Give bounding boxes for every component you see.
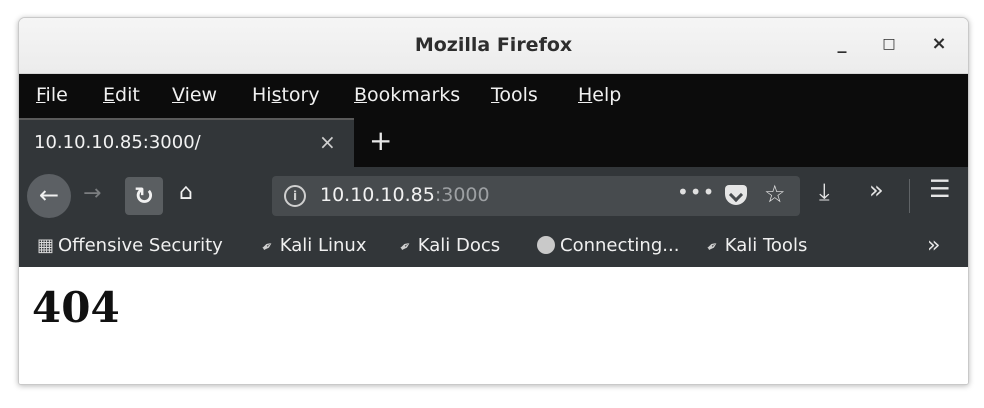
offsec-icon: ▦ bbox=[37, 235, 55, 256]
navigation-toolbar: ← → ↻ ⌂ i 10.10.10.85:3000 ••• ☆ ⤓ » ☰ bbox=[19, 167, 968, 225]
kali-dragon-icon: ✒ bbox=[396, 237, 416, 257]
page-heading: 404 bbox=[32, 283, 120, 332]
star-icon[interactable]: ☆ bbox=[764, 180, 786, 208]
menu-edit[interactable]: Edit bbox=[103, 84, 140, 106]
close-window-button[interactable]: × bbox=[925, 30, 953, 58]
browser-window: Mozilla Firefox _ □ × File Edit View His… bbox=[18, 17, 969, 385]
maximize-button[interactable]: □ bbox=[875, 30, 903, 58]
back-arrow-icon[interactable]: ← bbox=[27, 174, 71, 218]
minimize-button[interactable]: _ bbox=[828, 30, 856, 58]
bookmark-label: Kali Linux bbox=[279, 235, 367, 256]
bookmark-label: Kali Tools bbox=[724, 235, 808, 256]
window-title: Mozilla Firefox bbox=[414, 34, 573, 56]
bookmark-connecting[interactable]: Connecting... bbox=[537, 235, 679, 256]
menu-file[interactable]: File bbox=[36, 84, 68, 106]
bookmark-kali-linux[interactable]: ✒ Kali Linux bbox=[258, 235, 367, 257]
page-actions-icon[interactable]: ••• bbox=[677, 180, 715, 204]
menu-tools[interactable]: Tools bbox=[491, 84, 538, 106]
bookmark-offensive-security[interactable]: ▦ Offensive Security bbox=[37, 235, 223, 256]
bookmarks-toolbar: ▦ Offensive Security ✒ Kali Linux ✒ Kali Do… bbox=[19, 225, 968, 267]
forward-arrow-icon[interactable]: → bbox=[83, 181, 101, 206]
info-icon[interactable]: i bbox=[284, 185, 306, 207]
bookmark-kali-docs[interactable]: ✒ Kali Docs bbox=[396, 235, 501, 257]
menu-history[interactable]: History bbox=[252, 84, 320, 106]
hamburger-menu-icon[interactable]: ☰ bbox=[929, 175, 951, 203]
url-port: :3000 bbox=[434, 184, 490, 206]
download-icon[interactable]: ⤓ bbox=[819, 178, 830, 206]
globe-icon bbox=[537, 236, 555, 254]
kali-dragon-icon: ✒ bbox=[703, 237, 723, 257]
kali-dragon-icon: ✒ bbox=[258, 237, 278, 257]
title-bar[interactable]: Mozilla Firefox _ □ × bbox=[19, 18, 968, 74]
tab-bar: 10.10.10.85:3000/ × + bbox=[19, 118, 968, 167]
bookmarks-overflow-icon[interactable]: » bbox=[927, 233, 940, 258]
tab-title: 10.10.10.85:3000/ bbox=[34, 132, 201, 153]
bookmark-label: Connecting... bbox=[560, 235, 680, 256]
reload-icon[interactable]: ↻ bbox=[125, 177, 163, 215]
menu-bar: File Edit View History Bookmarks Tools H… bbox=[19, 74, 968, 118]
menu-bookmarks[interactable]: Bookmarks bbox=[354, 84, 460, 106]
url-bar[interactable]: i 10.10.10.85:3000 ••• ☆ bbox=[272, 176, 800, 216]
bookmark-kali-tools[interactable]: ✒ Kali Tools bbox=[703, 235, 808, 257]
home-icon[interactable]: ⌂ bbox=[179, 180, 193, 205]
page-content: 404 bbox=[19, 267, 968, 384]
bookmark-label: Kali Docs bbox=[417, 235, 501, 256]
tab-close-icon[interactable]: × bbox=[319, 130, 336, 154]
pocket-icon[interactable] bbox=[725, 185, 747, 205]
menu-view[interactable]: View bbox=[172, 84, 217, 106]
bookmark-label: Offensive Security bbox=[58, 235, 223, 256]
toolbar-separator bbox=[909, 179, 910, 213]
tab-active[interactable]: 10.10.10.85:3000/ × bbox=[19, 118, 354, 167]
overflow-chevron-icon[interactable]: » bbox=[869, 176, 884, 204]
new-tab-button[interactable]: + bbox=[369, 124, 392, 157]
menu-help[interactable]: Help bbox=[578, 84, 621, 106]
url-text[interactable]: 10.10.10.85:3000 bbox=[320, 184, 490, 206]
url-host: 10.10.10.85 bbox=[320, 184, 435, 206]
